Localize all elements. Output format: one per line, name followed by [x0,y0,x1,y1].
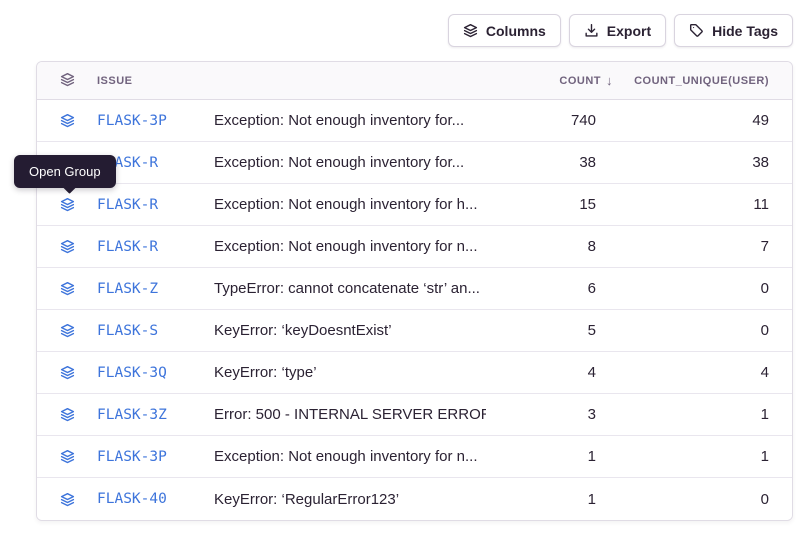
header-issue-column[interactable]: ISSUE [97,75,486,87]
count-value: 740 [571,112,596,129]
toolbar: Columns Export Hide Tags [448,14,793,47]
layers-icon [60,72,75,90]
issue-message: Exception: Not enough inventory for... [214,154,486,171]
issue-message: KeyError: ‘RegularError123’ [214,491,486,508]
tooltip-label: Open Group [29,164,101,179]
count-unique-value: 0 [761,491,769,508]
issue-link[interactable]: FLASK-S [97,323,214,339]
open-group-layers-icon[interactable] [60,449,75,464]
count-value: 38 [579,154,596,171]
issue-message: TypeError: cannot concatenate ‘str’ an..… [214,280,486,297]
issues-table: ISSUE COUNT ↓ COUNT_UNIQUE(USER) FLASK-3… [36,61,793,521]
issue-message: KeyError: ‘type’ [214,364,486,381]
issue-link[interactable]: FLASK-3P [97,113,214,129]
table-row: FLASK-3P Exception: Not enough inventory… [37,100,792,142]
table-row: FLASK-3P Exception: Not enough inventory… [37,436,792,478]
table-row: FLASK-3Z Error: 500 - INTERNAL SERVER ER… [37,394,792,436]
hide-tags-button[interactable]: Hide Tags [674,14,793,47]
count-unique-value: 4 [761,364,769,381]
issue-link[interactable]: FLASK-3Z [97,407,214,423]
open-group-layers-icon[interactable] [60,492,75,507]
count-value: 1 [588,448,596,465]
tag-icon [689,23,704,38]
issue-link[interactable]: FLASK-40 [97,491,214,507]
count-value: 15 [579,196,596,213]
table-row: FLASK-Z TypeError: cannot concatenate ‘s… [37,268,792,310]
header-count-unique-column[interactable]: COUNT_UNIQUE(USER) [634,75,769,87]
open-group-layers-icon[interactable] [60,407,75,422]
issue-message: Exception: Not enough inventory for n... [214,448,486,465]
table-row: FLASK-S KeyError: ‘keyDoesntExist’ 5 0 [37,310,792,352]
hide-tags-button-label: Hide Tags [712,23,778,39]
count-value: 5 [588,322,596,339]
issue-message: Exception: Not enough inventory for h... [214,196,486,213]
count-value: 6 [588,280,596,297]
table-row: FLASK-R Exception: Not enough inventory … [37,226,792,268]
open-group-layers-icon[interactable] [60,281,75,296]
open-group-layers-icon[interactable] [60,197,75,212]
download-icon [584,23,599,38]
table-body: FLASK-3P Exception: Not enough inventory… [37,100,792,520]
count-unique-value: 1 [761,448,769,465]
table-row: FLASK-R Exception: Not enough inventory … [37,142,792,184]
issue-message: KeyError: ‘keyDoesntExist’ [214,322,486,339]
issue-link[interactable]: FLASK-R [97,239,214,255]
columns-button[interactable]: Columns [448,14,561,47]
count-value: 1 [588,491,596,508]
layers-icon [463,23,478,38]
open-group-layers-icon[interactable] [60,239,75,254]
count-unique-value: 0 [761,280,769,297]
table-row: FLASK-40 KeyError: ‘RegularError123’ 1 0 [37,478,792,520]
columns-button-label: Columns [486,23,546,39]
table-header: ISSUE COUNT ↓ COUNT_UNIQUE(USER) [37,62,792,100]
header-count-label: COUNT [559,75,601,87]
count-unique-value: 38 [752,154,769,171]
issue-link[interactable]: FLASK-3Q [97,365,214,381]
open-group-layers-icon[interactable] [60,323,75,338]
count-value: 3 [588,406,596,423]
sort-descending-icon: ↓ [606,74,613,87]
count-value: 4 [588,364,596,381]
issue-link[interactable]: FLASK-Z [97,281,214,297]
table-row: FLASK-3Q KeyError: ‘type’ 4 4 [37,352,792,394]
issue-link[interactable]: FLASK-3P [97,449,214,465]
issue-link[interactable]: FLASK-R [97,197,214,213]
issue-message: Error: 500 - INTERNAL SERVER ERROR [214,406,486,423]
count-unique-value: 49 [752,112,769,129]
issue-message: Exception: Not enough inventory for n... [214,238,486,255]
open-group-layers-icon[interactable] [60,365,75,380]
open-group-tooltip: Open Group [14,155,116,188]
count-value: 8 [588,238,596,255]
count-unique-value: 1 [761,406,769,423]
export-button[interactable]: Export [569,14,666,47]
count-unique-value: 11 [753,196,769,213]
count-unique-value: 7 [761,238,769,255]
export-button-label: Export [607,23,651,39]
open-group-layers-icon[interactable] [60,113,75,128]
header-count-column[interactable]: COUNT ↓ [559,74,613,87]
table-row: FLASK-R Exception: Not enough inventory … [37,184,792,226]
count-unique-value: 0 [761,322,769,339]
issue-message: Exception: Not enough inventory for... [214,112,486,129]
